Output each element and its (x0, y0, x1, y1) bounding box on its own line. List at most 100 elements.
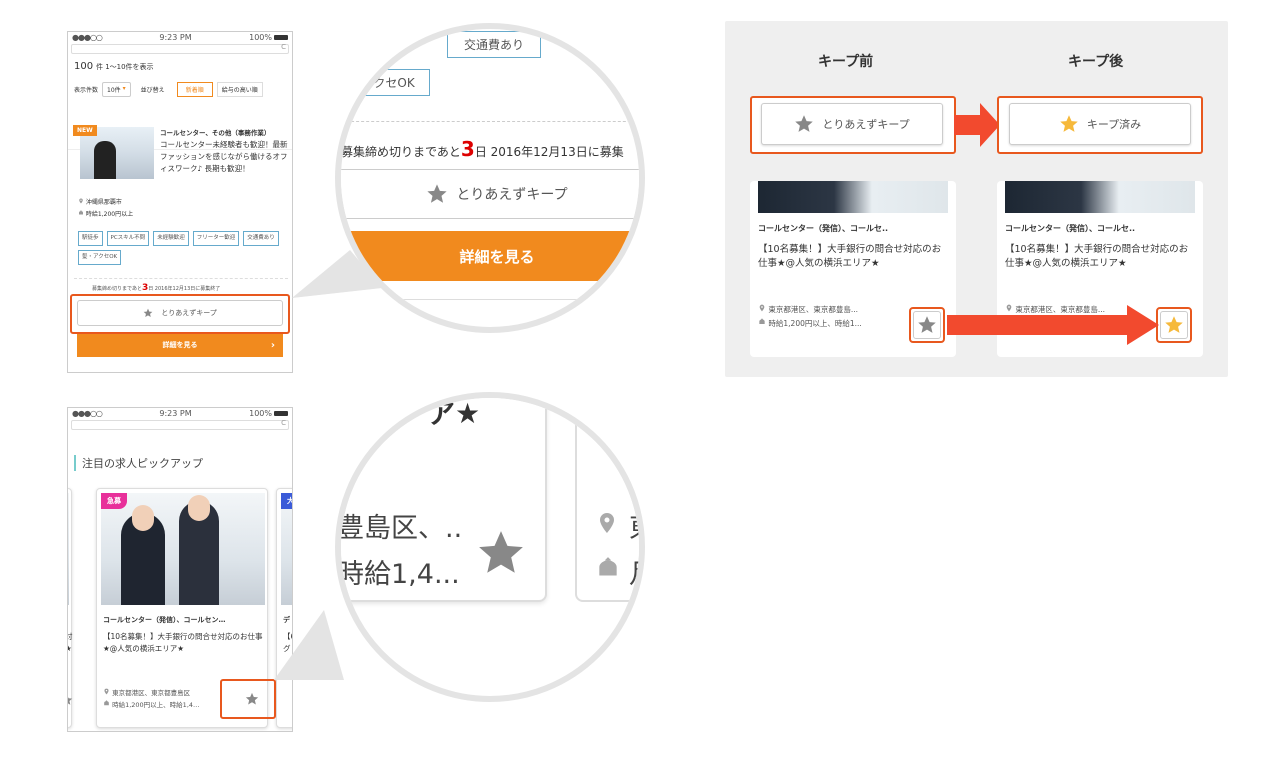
wallet-icon (103, 700, 110, 707)
zoom2-top-text: ア★ (427, 397, 481, 430)
reload-icon[interactable]: C (281, 419, 286, 427)
card-description: 【10名募集！】大手銀行の問合せ対応のお仕事★@人気の横浜エリア★ (1005, 244, 1189, 269)
deadline-notice: 募集締め切りまであと3日 2016年12月13日に募集終了 (92, 283, 220, 293)
tag: 交通費あり (243, 231, 279, 246)
keep-button-after[interactable]: キープ済み (1009, 103, 1191, 145)
pin-icon (78, 198, 84, 204)
job-photo (1005, 181, 1195, 213)
star-icon[interactable] (67, 694, 73, 706)
zoom-deadline-post: 日 2016年12月13日に募集 (474, 145, 624, 159)
star-icon (794, 114, 814, 134)
tag: 未経験歓迎 (153, 231, 189, 246)
pickup-meta: 東京都港区、東京都豊島区 時給1,200円以上、時給1,4… (103, 687, 200, 711)
card-location: 東京都港区、東京都豊島... (768, 305, 859, 314)
keep-button-before[interactable]: とりあえずキープ (761, 103, 943, 145)
pickup-salary: 時給1,200円以上、時給1,4… (112, 701, 200, 709)
chevron-down-icon: ▾ (122, 85, 126, 92)
deadline-post: 日 2016年12月13日に募集終了 (148, 286, 221, 292)
pickup-photo (101, 493, 265, 605)
per-page-value: 10件 (107, 87, 121, 94)
arrow-right-icon (954, 103, 1000, 147)
job-card-before[interactable]: コールセンター（発信）、コールセ.. 【10名募集！】大手銀行の問合せ対応のお仕… (750, 181, 956, 357)
result-count-text: 件 1〜10件を表示 (95, 63, 154, 71)
sort-new-button[interactable]: 新着順 (176, 82, 213, 97)
per-page-select[interactable]: 10件 ▾ (102, 82, 131, 97)
tag: 駅徒歩 (78, 231, 103, 246)
result-count-number: 100 (74, 61, 94, 72)
zoom-keep-label: とりあえずキープ (456, 187, 568, 203)
keep-comparison-panel: キープ前 キープ後 とりあえずキープ キープ済み コールセンター（発信）、コール… (725, 21, 1228, 377)
wallet-icon (758, 318, 766, 326)
new-badge: NEW (73, 125, 97, 136)
zoom-tag-accessory: アクセOK (341, 69, 430, 96)
zoom2-salary: 時給1,4... (337, 559, 460, 590)
per-page-label: 表示件数 (74, 87, 99, 94)
status-time: 9:23 PM (159, 409, 192, 418)
job-salary: 時給1,200円以上 (85, 211, 134, 218)
zoom-detail-button[interactable]: 詳細を見る (341, 231, 639, 281)
star-button-after[interactable] (1156, 307, 1192, 343)
detail-button-label: 詳細を見る (162, 341, 198, 349)
wallet-icon (78, 210, 84, 216)
star-gold-icon (1059, 114, 1079, 134)
reload-icon[interactable]: C (281, 43, 286, 51)
job-tags: 駅徒歩 PCスキル不問 未経験歓迎 フリーター歓迎 交通費あり 髪・アクセOK (78, 231, 292, 265)
address-bar[interactable]: C (71, 419, 289, 430)
deadline-pre: 募集締め切りまであと (92, 286, 142, 292)
keep-button-before-label: とりあえずキープ (822, 118, 910, 131)
address-bar[interactable]: C (71, 43, 289, 54)
zoom-deadline-pre: 募集締め切りまであと (341, 145, 461, 159)
job-description: コールセンター未経験者も歓迎！最新ファッションを感じながら働けるオフィスワーク♪… (160, 140, 288, 173)
prev-card-desc: 対 ★ (68, 631, 73, 655)
status-time: 9:23 PM (159, 33, 192, 42)
pin-icon (103, 688, 110, 695)
sort-label: 並び替え (140, 87, 165, 94)
zoom-keep-button[interactable]: とりあえずキープ (341, 169, 639, 219)
job-meta: 沖縄県那覇市 時給1,200円以上 (78, 197, 133, 221)
card-title[interactable]: コールセンター（発信）、コールセ.. (1005, 223, 1135, 234)
pickup-heading: 注目の求人ピックアップ (74, 455, 203, 471)
job-location: 沖縄県那覇市 (85, 199, 122, 206)
star-button-before[interactable] (909, 307, 945, 343)
job-photo (758, 181, 948, 213)
status-bar: ●●●○○ 9:23 PM 100% (68, 32, 292, 43)
sort-salary-button[interactable]: 給与の高い順 (216, 82, 263, 97)
pickup-card-prev[interactable]: 対 ★ (67, 488, 73, 728)
pickup-photo (281, 493, 292, 605)
pickup-location: 東京都港区、東京都豊島区 (112, 689, 191, 697)
zoom-tag-transport: 交通費あり (447, 31, 542, 58)
job-card[interactable]: NEW コールセンター、その他（事務作業） コールセンター未経験者も歓迎！最新フ… (73, 125, 288, 287)
star-highlight (220, 679, 276, 719)
keep-button-after-label: キープ済み (1086, 118, 1142, 131)
star-icon (917, 315, 937, 335)
job-title[interactable]: コールセンター、その他（事務作業） (160, 127, 288, 137)
wallet-icon (595, 556, 621, 582)
star-gold-icon (1164, 315, 1184, 335)
before-heading: キープ前 (818, 54, 874, 70)
battery-label: 100% (249, 33, 272, 42)
star-icon (426, 183, 448, 205)
zoom-deadline-days: 3 (460, 137, 475, 161)
zoom-pointer (274, 610, 344, 680)
pickup-title[interactable]: コールセンター（発信）、コールセン… (103, 615, 226, 625)
tag: 髪・アクセOK (78, 250, 122, 265)
battery-icon: 100% (249, 33, 288, 42)
status-bar: ●●●○○ 9:23 PM 100% (68, 408, 292, 419)
pin-icon (758, 304, 766, 312)
tag: フリーター歓迎 (192, 231, 240, 246)
card-salary: 時給1,200円以上、時給1... (768, 319, 862, 328)
card-meta: 東京都港区、東京都豊島... 時給1,200円以上、時給1... (758, 303, 862, 331)
card-description: 【10名募集！】大手銀行の問合せ対応のお仕事★@人気の横浜エリア★ (758, 244, 942, 269)
pickup-photo (68, 493, 69, 605)
after-heading: キープ後 (1068, 54, 1124, 70)
card-title[interactable]: コールセンター（発信）、コールセ.. (758, 223, 888, 234)
star-icon[interactable] (476, 528, 526, 578)
detail-button[interactable]: 詳細を見る › (77, 333, 283, 357)
arrow-right-icon (947, 305, 1159, 345)
sort-bar: 表示件数 10件 ▾ 並び替え 新着順 給与の高い順 (74, 82, 286, 97)
chevron-right-icon: › (270, 339, 275, 351)
zoom-circle-star: ア★ 豊島区、.. 時給1,4... 東 月 (335, 392, 645, 702)
zoom-detail-label: 詳細を見る (459, 247, 535, 266)
zoom2-location: 豊島区、.. (337, 513, 463, 544)
keep-button-highlight (70, 294, 290, 334)
